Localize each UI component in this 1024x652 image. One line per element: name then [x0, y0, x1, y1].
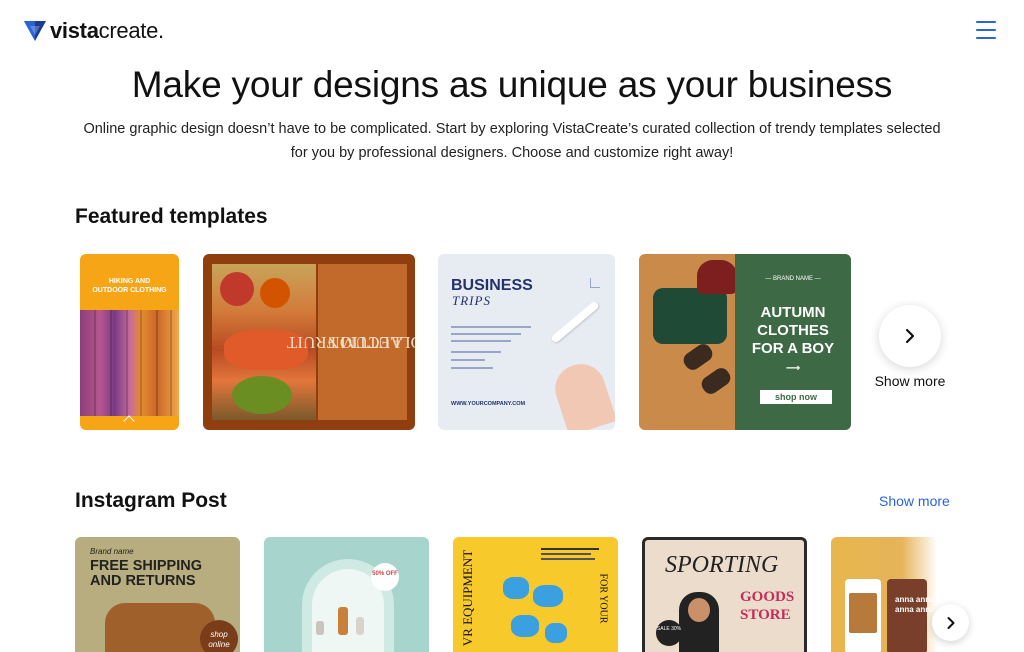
- instagram-card-cosmetics[interactable]: 50% OFF: [264, 537, 429, 652]
- card-text: AUTUMN: [760, 304, 826, 321]
- card-text: HIKING AND: [108, 278, 151, 285]
- shop-online-badge: shop online: [200, 620, 238, 652]
- sweater-image: [653, 288, 727, 344]
- chevron-up-icon: [123, 415, 135, 427]
- bottle-image: [338, 607, 348, 635]
- card-text: FOR A BOY: [751, 340, 835, 357]
- featured-show-more-button[interactable]: [879, 305, 941, 367]
- text-line: [451, 351, 501, 353]
- phone-image: [845, 579, 881, 652]
- gamepad-image: [511, 615, 539, 637]
- header: vistacreate.: [0, 0, 1024, 62]
- sale-badge: SALE 30%: [656, 620, 682, 646]
- hero-subtitle: Online graphic design doesn’t have to be…: [83, 121, 941, 161]
- hand-image: [549, 357, 615, 430]
- phone-image: [887, 579, 927, 652]
- text-line: [451, 359, 485, 361]
- instagram-next-button[interactable]: [932, 604, 969, 641]
- bottle-image: [316, 621, 324, 635]
- template-card-business[interactable]: BUSINESS TRIPS WWW.YOURCOMPANY.COM: [438, 254, 615, 430]
- card-website: WWW.YOURCOMPANY.COM: [451, 401, 526, 407]
- text-line: [451, 340, 511, 342]
- jacket-image: [105, 603, 215, 652]
- card-brand: — BRAND NAME —: [765, 276, 821, 282]
- card-side-text: VR EQUIPMENT: [460, 549, 476, 647]
- text-line: [451, 333, 521, 335]
- template-card-fruit[interactable]: AUTUM FRUITCOLLECTION: [203, 254, 415, 430]
- card-text: CLOTHES: [757, 322, 829, 339]
- bottle-image: [356, 617, 364, 635]
- card-text: FREE SHIPPING AND RETURNS: [90, 558, 202, 589]
- hero-title: Make your designs as unique as your busi…: [131, 64, 893, 105]
- hat-image: [697, 260, 737, 294]
- clothes-image: [80, 310, 179, 416]
- template-card-autumn-clothes[interactable]: — BRAND NAME — AUTUMN CLOTHES FOR A BOY …: [639, 254, 851, 430]
- card-title: SPORTING: [665, 552, 779, 578]
- boot-image: [680, 341, 716, 373]
- card-text: GOODS STORE: [740, 589, 795, 623]
- template-card-hiking[interactable]: HIKING AND OUTDOOR CLOTHING: [80, 254, 179, 430]
- card-brand: Brand name: [90, 547, 134, 556]
- text-line: [451, 326, 531, 328]
- instagram-card-phones[interactable]: anna anna anna anna: [831, 537, 949, 652]
- instagram-card-sporting-goods[interactable]: SPORTING GOODS STORE SALE 30%: [642, 537, 807, 652]
- card-script: TRIPS: [452, 293, 491, 308]
- card-text: OUTDOOR CLOTHING: [92, 287, 167, 294]
- arrow-decoration-icon: ⟶: [785, 363, 801, 374]
- vistacreate-logo-icon: [24, 21, 46, 41]
- instagram-card-vr-equipment[interactable]: VR EQUIPMENT FOR YOUR: [453, 537, 618, 652]
- instagram-card-free-shipping[interactable]: Brand name FREE SHIPPING AND RETURNS shop…: [75, 537, 240, 652]
- shop-now-label: shop now: [760, 390, 832, 404]
- card-side-text: FOR YOUR: [597, 573, 609, 623]
- discount-badge: 50% OFF: [371, 563, 399, 591]
- headset-image: [533, 585, 563, 607]
- chevron-right-icon: [905, 328, 915, 344]
- featured-templates-title: Featured templates: [75, 205, 268, 228]
- arrow-icon: [590, 278, 600, 288]
- instagram-show-more-link[interactable]: Show more: [879, 493, 950, 509]
- airplane-image: [550, 300, 600, 344]
- instagram-post-title: Instagram Post: [75, 489, 227, 512]
- fruit-title: AUTUM FRUITCOLLECTION: [287, 333, 415, 352]
- headphones-image: [503, 577, 529, 599]
- text-line: [451, 367, 493, 369]
- chevron-right-icon: [947, 616, 954, 629]
- hamburger-menu-icon[interactable]: [976, 21, 996, 39]
- controller-image: [545, 623, 567, 643]
- boot-image: [698, 365, 734, 397]
- featured-show-more-label[interactable]: Show more: [866, 373, 954, 389]
- vistacreate-logo[interactable]: vistacreate.: [24, 18, 164, 44]
- logo-text: vistacreate.: [50, 18, 164, 43]
- face-image: [688, 598, 710, 622]
